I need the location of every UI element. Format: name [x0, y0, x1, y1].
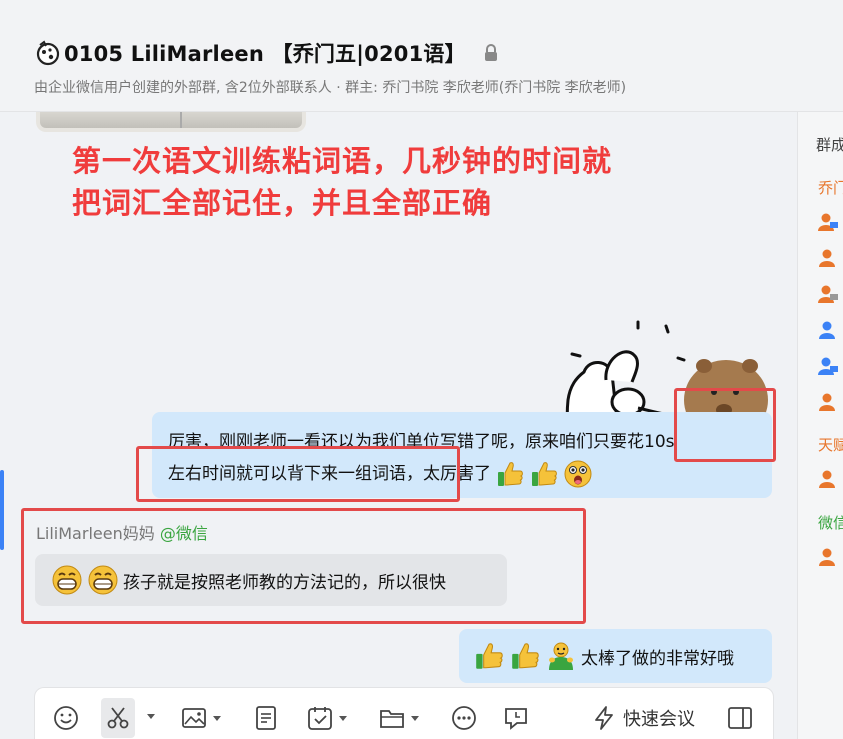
chevron-down-icon	[411, 716, 419, 721]
image-icon	[182, 708, 206, 728]
schedule-icon	[505, 708, 527, 730]
quick-meeting-label: 快速会议	[623, 709, 695, 730]
message-line: 厉害，刚刚老师一看还以为我们单位写错了呢，原来咱们只要花10s	[168, 426, 756, 458]
message-list[interactable]: 第一次语文训练粘词语，几秒钟的时间就把词汇全部记住，并且全部正确 厉害，刚刚老师…	[4, 112, 797, 687]
member-group-label: 天赋	[818, 436, 843, 454]
chevron-down-icon[interactable]	[147, 712, 155, 720]
member-panel: 群成 乔门 天赋 微信	[797, 112, 843, 739]
group-avatar-icon[interactable]	[34, 39, 62, 67]
sidebar-toggle-icon	[728, 707, 752, 729]
schedule-button[interactable]	[503, 704, 529, 732]
emoji-button[interactable]	[53, 704, 79, 732]
member-avatar-icon[interactable]	[818, 392, 838, 412]
lock-icon	[484, 44, 497, 61]
image-caption-text: 第一次语文训练粘词语，几秒钟的时间就把词汇全部记住，并且全部正确	[72, 144, 613, 220]
member-avatar-icon[interactable]	[818, 356, 838, 376]
member-avatar-icon[interactable]	[818, 547, 838, 567]
thumbs-up-emoji-icon	[476, 643, 503, 669]
chat-header: 0105 LiliMarleen 【乔门五|0201语】 由企业微信用户创建的外…	[0, 0, 843, 112]
screenshot-button[interactable]	[101, 698, 135, 738]
member-panel-title: 群成	[816, 136, 843, 154]
sent-message-bubble[interactable]: 厉害，刚刚老师一看还以为我们单位写错了呢，原来咱们只要花10s 左右时间就可以背…	[152, 412, 772, 498]
image-seam	[180, 112, 182, 128]
sender-platform: @微信	[159, 524, 208, 543]
member-group-label: 微信	[818, 514, 843, 532]
title-row: 0105 LiliMarleen 【乔门五|0201语】	[34, 38, 498, 68]
member-avatar-icon[interactable]	[818, 248, 838, 268]
task-button[interactable]	[307, 704, 347, 732]
member-avatar-icon[interactable]	[818, 469, 838, 489]
emoji-icon	[54, 706, 78, 730]
scissors-icon	[107, 707, 129, 729]
more-button[interactable]	[451, 704, 477, 732]
image-button[interactable]	[181, 704, 221, 732]
sender-name[interactable]: LiliMarleen妈妈	[36, 524, 155, 543]
thumbs-up-emoji-icon	[532, 462, 557, 486]
person-emoji-icon	[549, 642, 573, 670]
message-sender: LiliMarleen妈妈 @微信	[36, 520, 208, 544]
member-group-label: 乔门	[818, 179, 843, 197]
member-avatar-icon[interactable]	[818, 284, 838, 304]
member-avatar-icon[interactable]	[818, 320, 838, 340]
chevron-down-icon	[213, 716, 221, 721]
thumbs-up-emoji-icon	[498, 462, 523, 486]
document-button[interactable]	[253, 704, 279, 732]
document-icon	[256, 706, 276, 730]
message-text: 厉害，刚刚老师一看还以为我们单位写错了呢，原来咱们只要花10s	[168, 432, 675, 452]
lightning-icon	[595, 706, 613, 730]
toggle-panel-button[interactable]	[727, 704, 753, 732]
chevron-down-icon	[339, 716, 347, 721]
quick-meeting-button[interactable]: 快速会议	[591, 704, 695, 732]
previous-image-message[interactable]	[36, 112, 306, 132]
grinning-face-emoji-icon	[88, 565, 118, 595]
message-line: 左右时间就可以背下来一组词语，太厉害了	[168, 458, 756, 490]
message-text: 太棒了做的非常好哦	[581, 648, 734, 669]
more-icon	[452, 706, 476, 730]
sent-message-bubble[interactable]: 太棒了做的非常好哦	[459, 629, 772, 683]
received-message-bubble[interactable]: 孩子就是按照老师教的方法记的，所以很快	[35, 554, 507, 606]
folder-icon	[380, 710, 404, 728]
page-title: 0105 LiliMarleen 【乔门五|0201语】	[64, 42, 466, 66]
chat-subtitle: 由企业微信用户创建的外部群, 含2位外部联系人 · 群主: 乔门书院 李欣老师(…	[34, 80, 627, 96]
message-text: 左右时间就可以背下来一组词语，太厉害了	[168, 464, 491, 484]
thumbs-up-emoji-icon	[512, 643, 539, 669]
message-text: 孩子就是按照老师教的方法记的，所以很快	[123, 572, 446, 593]
message-composer[interactable]: 快速会议	[34, 687, 774, 739]
grinning-face-emoji-icon	[52, 565, 82, 595]
task-icon	[308, 707, 332, 730]
surprised-face-emoji-icon	[564, 460, 592, 488]
member-avatar-icon[interactable]	[818, 212, 838, 232]
folder-button[interactable]	[379, 704, 419, 732]
